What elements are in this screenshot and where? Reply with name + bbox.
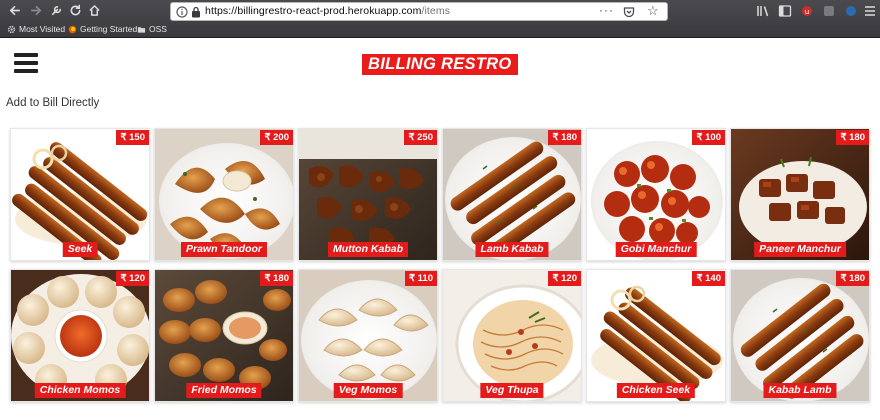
brand-logo: BILLING RESTRO (362, 54, 518, 75)
item-name-label: Chicken Seek (616, 383, 696, 398)
menu-item-card[interactable]: ₹ 180 Fried Momos (154, 269, 294, 402)
item-name-label: Fried Momos (186, 383, 262, 398)
library-icon[interactable] (756, 4, 770, 18)
item-name-label: Kabab Lamb (763, 383, 837, 398)
folder-icon (137, 26, 146, 33)
pocket-icon[interactable] (623, 6, 635, 18)
price-badge: ₹ 180 (548, 130, 581, 145)
price-badge: ₹ 150 (116, 130, 149, 145)
bookmark-label: OSS (149, 24, 167, 34)
item-name-label: Chicken Momos (34, 383, 126, 398)
menu-item-card[interactable]: ₹ 120 Veg Thupa (442, 269, 582, 402)
price-badge: ₹ 180 (836, 130, 869, 145)
url-path: /items (421, 5, 451, 17)
extension-icon[interactable] (822, 4, 836, 18)
item-name-label: Seek (62, 242, 98, 257)
item-name-label: Veg Thupa (480, 383, 544, 398)
forward-icon[interactable] (29, 4, 43, 18)
extension-icon[interactable] (844, 4, 858, 18)
extension-icon[interactable]: u (800, 4, 814, 18)
svg-text:u: u (805, 8, 809, 16)
price-badge: ₹ 140 (692, 271, 725, 286)
items-grid: ₹ 150 Seek ₹ 200 Prawn Tandoor ₹ 250 Mut… (10, 128, 874, 404)
firefox-icon (68, 25, 77, 33)
item-name-label: Gobi Manchur (615, 242, 697, 257)
url-host: https://billingrestro-react-prod.herokua… (205, 5, 422, 17)
menu-icon[interactable] (864, 4, 876, 18)
bookmark-item[interactable]: Most Visited (7, 24, 65, 34)
price-badge: ₹ 250 (404, 130, 437, 145)
menu-item-card[interactable]: ₹ 180 Kabab Lamb (730, 269, 870, 402)
url-text[interactable]: https://billingrestro-react-prod.herokua… (205, 5, 450, 17)
item-name-label: Veg Momos (333, 383, 403, 398)
menu-item-card[interactable]: ₹ 110 Veg Momos (298, 269, 438, 402)
item-name-label: Mutton Kabab (328, 242, 408, 257)
price-badge: ₹ 120 (116, 271, 149, 286)
menu-item-card[interactable]: ₹ 180 Paneer Manchur (730, 128, 870, 261)
bookmark-item[interactable]: OSS (137, 24, 167, 34)
price-badge: ₹ 200 (260, 130, 293, 145)
home-icon[interactable] (87, 4, 101, 18)
price-badge: ₹ 180 (260, 271, 293, 286)
tools-icon[interactable] (49, 4, 63, 18)
reload-icon[interactable] (68, 4, 82, 18)
menu-item-card[interactable]: ₹ 180 Lamb Kabab (442, 128, 582, 261)
menu-item-card[interactable]: ₹ 150 Seek (10, 128, 150, 261)
menu-item-card[interactable]: ₹ 200 Prawn Tandoor (154, 128, 294, 261)
price-badge: ₹ 100 (692, 130, 725, 145)
price-badge: ₹ 110 (404, 271, 437, 286)
item-name-label: Lamb Kabab (475, 242, 549, 257)
page-actions-icon[interactable]: ··· (599, 3, 614, 17)
bookmarks-toolbar: Most Visited Getting Started OSS (0, 22, 880, 38)
item-name-label: Prawn Tandoor (180, 242, 268, 257)
address-bar[interactable]: https://billingrestro-react-prod.herokua… (170, 2, 668, 21)
sidebar-icon[interactable] (778, 4, 792, 18)
browser-toolbar: https://billingrestro-react-prod.herokua… (0, 0, 880, 38)
item-name-label: Paneer Manchur (754, 242, 846, 257)
menu-item-card[interactable]: ₹ 250 Mutton Kabab (298, 128, 438, 261)
gear-icon (7, 25, 16, 33)
hamburger-menu-icon[interactable] (14, 53, 38, 73)
bookmark-item[interactable]: Getting Started (68, 24, 137, 34)
lock-icon (192, 6, 200, 18)
bookmark-label: Most Visited (19, 24, 66, 34)
add-to-bill-label: Add to Bill Directly (6, 97, 100, 109)
price-badge: ₹ 120 (548, 271, 581, 286)
price-badge: ₹ 180 (836, 271, 869, 286)
menu-item-card[interactable]: ₹ 100 Gobi Manchur (586, 128, 726, 261)
menu-item-card[interactable]: ₹ 140 Chicken Seek (586, 269, 726, 402)
bookmark-star-icon[interactable]: ☆ (647, 4, 659, 18)
info-icon[interactable] (176, 6, 188, 18)
menu-item-card[interactable]: ₹ 120 Chicken Momos (10, 269, 150, 402)
back-icon[interactable] (7, 4, 21, 18)
bookmark-label: Getting Started (80, 24, 138, 34)
